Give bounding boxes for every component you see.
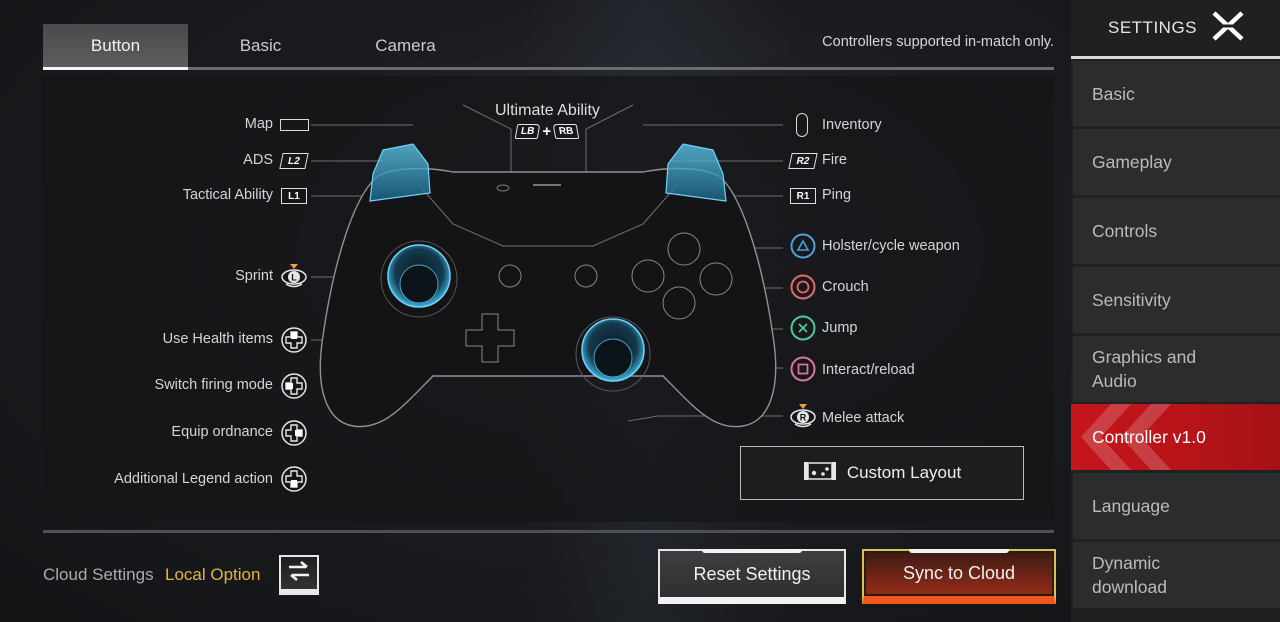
binding-ads[interactable]: ADS (243, 152, 273, 168)
button-notch (909, 549, 1009, 553)
binding-use-health-items[interactable]: Use Health items (163, 331, 273, 347)
sidebar-item-label: Graphics and Audio (1092, 347, 1197, 391)
binding-tactical-ability[interactable]: Tactical Ability (183, 187, 273, 203)
left-stick-press-icon: L (280, 262, 308, 290)
triangle-button-icon (790, 233, 816, 259)
active-tab-indicator (43, 67, 188, 70)
sidebar-item-label: Basic (1092, 83, 1135, 104)
sidebar-item-label: Language (1092, 496, 1170, 516)
sidebar-item-controls[interactable]: Controls (1073, 198, 1280, 264)
dpad-right-icon (281, 420, 307, 446)
options-button-icon (796, 113, 808, 137)
touchpad-icon (280, 119, 309, 131)
sidebar-item-basic[interactable]: Basic (1073, 61, 1280, 126)
binding-map[interactable]: Map (245, 116, 273, 132)
dpad-left-icon (281, 373, 307, 399)
button-notch (702, 549, 802, 553)
dpad-down-icon (281, 466, 307, 492)
sidebar-item-gameplay[interactable]: Gameplay (1073, 129, 1280, 195)
controller-panel: Button Basic Camera Controllers supporte… (43, 24, 1054, 524)
footer-divider (43, 530, 1054, 533)
settings-sidebar: SETTINGS Basic Gameplay Controls Sensiti… (1071, 0, 1280, 622)
tab-button[interactable]: Button (43, 24, 188, 67)
binding-fire[interactable]: Fire (822, 152, 847, 168)
sync-to-cloud-button[interactable]: Sync to Cloud (862, 549, 1056, 604)
swap-arrows-icon (286, 560, 312, 587)
sidebar-item-bg (1223, 336, 1280, 402)
binding-holster-cycle-weapon[interactable]: Holster/cycle weapon (822, 238, 960, 254)
sidebar-header: SETTINGS (1071, 0, 1280, 56)
l1-bumper-icon: L1 (281, 188, 307, 204)
ultimate-ability-label: Ultimate Ability (495, 102, 600, 119)
square-button-icon (790, 356, 816, 382)
binding-additional-legend-action[interactable]: Additional Legend action (114, 471, 273, 487)
close-icon[interactable] (1211, 10, 1245, 46)
plus-sign: + (542, 123, 552, 140)
sidebar-item-label: Controls (1092, 221, 1158, 241)
sidebar-item-graphics-and-audio[interactable]: Graphics and Audio (1073, 336, 1223, 402)
svg-text:R: R (800, 413, 807, 423)
controller-diagram: Ultimate Ability LB + RB Map ADS L2 Tact… (43, 76, 1054, 522)
tab-underline (43, 67, 1054, 70)
sidebar-item-controller[interactable]: Controller v1.0 (1071, 404, 1280, 470)
binding-sprint[interactable]: Sprint (235, 268, 273, 284)
sidebar-item-label: Controller v1.0 (1092, 427, 1206, 447)
svg-text:L: L (291, 273, 297, 283)
sidebar-item-label: Dynamic download (1092, 553, 1167, 597)
custom-layout-button[interactable]: Custom Layout (740, 446, 1024, 500)
right-trigger-shape (665, 143, 727, 202)
binding-jump[interactable]: Jump (822, 320, 857, 336)
binding-interact-reload[interactable]: Interact/reload (822, 362, 915, 378)
cloud-settings-label: Cloud Settings (43, 565, 154, 584)
tab-bar: Button Basic Camera Controllers supporte… (43, 24, 1054, 70)
controller-body (319, 167, 777, 428)
sidebar-item-dynamic-download[interactable]: Dynamic download (1073, 542, 1280, 608)
tab-camera[interactable]: Camera (333, 24, 478, 67)
cross-button-icon (790, 315, 816, 341)
reset-settings-button[interactable]: Reset Settings (658, 549, 846, 604)
l2-trigger-icon: L2 (279, 153, 309, 169)
cloud-settings-value: Local Option (165, 565, 261, 584)
sidebar-title: SETTINGS (1108, 18, 1198, 37)
tab-basic[interactable]: Basic (188, 24, 333, 67)
rb-bumper-icon: RB (552, 124, 580, 139)
binding-crouch[interactable]: Crouch (822, 279, 869, 295)
custom-layout-icon (803, 461, 837, 486)
sidebar-item-label: Sensitivity (1092, 290, 1171, 310)
sidebar-item-label: Gameplay (1092, 152, 1172, 172)
sidebar-divider (1071, 56, 1280, 59)
sidebar-item-language[interactable]: Language (1073, 473, 1280, 539)
left-trigger-shape (369, 143, 431, 202)
sidebar-item-sensitivity[interactable]: Sensitivity (1073, 267, 1280, 333)
lb-bumper-icon: LB (514, 124, 541, 139)
circle-button-icon (790, 274, 816, 300)
swap-cloud-option-button[interactable] (279, 555, 319, 595)
binding-switch-firing-mode[interactable]: Switch firing mode (155, 377, 273, 393)
r2-trigger-icon: R2 (788, 153, 818, 169)
ultimate-combo: LB + RB (514, 123, 580, 140)
dpad-up-icon (281, 327, 307, 353)
custom-layout-label: Custom Layout (846, 463, 962, 482)
controller-notice: Controllers supported in-match only. (822, 34, 1054, 50)
binding-inventory[interactable]: Inventory (822, 117, 882, 133)
binding-equip-ordnance[interactable]: Equip ordnance (171, 424, 273, 440)
sync-to-cloud-label: Sync to Cloud (902, 563, 1016, 583)
right-stick-press-icon: R (789, 402, 817, 430)
r1-bumper-icon: R1 (790, 188, 816, 204)
binding-melee-attack[interactable]: Melee attack (822, 410, 904, 426)
binding-ping[interactable]: Ping (822, 187, 851, 203)
reset-settings-label: Reset Settings (693, 563, 811, 584)
